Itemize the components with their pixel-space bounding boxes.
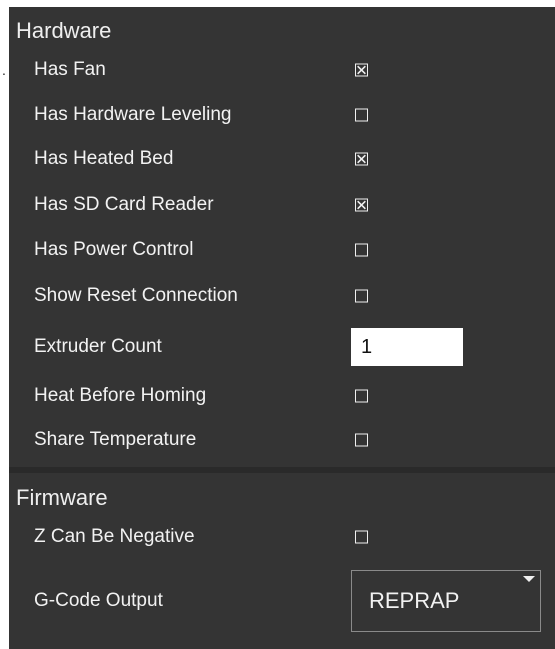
z-can-be-negative-label: Z Can Be Negative [34, 526, 195, 547]
gcode-output-dropdown[interactable]: REPRAP [351, 570, 541, 632]
gcode-output-row: G-Code Output REPRAP [9, 570, 555, 632]
has-hardware-leveling-label: Has Hardware Leveling [34, 104, 232, 125]
show-reset-connection-checkbox[interactable] [355, 289, 368, 303]
has-power-control-checkbox[interactable] [355, 243, 368, 257]
chevron-down-icon [523, 576, 535, 582]
has-heated-bed-checkbox[interactable] [355, 152, 368, 166]
firmware-section: Firmware Z Can Be Negative G-Code Output… [9, 473, 555, 649]
settings-panel: Hardware Has Fan Has Hardware Leveling H… [9, 7, 555, 649]
gcode-output-label: G-Code Output [34, 590, 163, 611]
heat-before-homing-row: Heat Before Homing [9, 376, 555, 416]
hardware-section-title: Hardware [16, 18, 112, 43]
checkbox-checked-icon [357, 200, 366, 210]
hardware-section: Hardware Has Fan Has Hardware Leveling H… [9, 7, 555, 467]
checkbox-checked-icon [357, 65, 366, 75]
has-heated-bed-row: Has Heated Bed [9, 139, 555, 179]
has-fan-row: Has Fan [9, 50, 555, 90]
has-hardware-leveling-checkbox[interactable] [355, 108, 368, 122]
heat-before-homing-label: Heat Before Homing [34, 385, 207, 406]
extruder-count-input[interactable] [351, 328, 463, 366]
gcode-output-value: REPRAP [369, 588, 460, 613]
has-power-control-label: Has Power Control [34, 239, 194, 260]
share-temperature-label: Share Temperature [34, 429, 197, 450]
z-can-be-negative-row: Z Can Be Negative [9, 517, 555, 557]
has-fan-checkbox[interactable] [355, 63, 368, 77]
checkbox-checked-icon [357, 154, 366, 164]
has-sd-card-reader-row: Has SD Card Reader [9, 185, 555, 225]
share-temperature-checkbox[interactable] [355, 433, 368, 447]
z-can-be-negative-checkbox[interactable] [355, 530, 368, 544]
has-fan-label: Has Fan [34, 59, 106, 80]
has-sd-card-reader-label: Has SD Card Reader [34, 194, 214, 215]
heat-before-homing-checkbox[interactable] [355, 389, 368, 403]
has-sd-card-reader-checkbox[interactable] [355, 198, 368, 212]
stray-dot: . [2, 62, 6, 78]
extruder-count-label: Extruder Count [34, 336, 162, 357]
has-hardware-leveling-row: Has Hardware Leveling [9, 95, 555, 135]
extruder-count-row: Extruder Count [9, 327, 555, 367]
show-reset-connection-row: Show Reset Connection [9, 276, 555, 316]
has-heated-bed-label: Has Heated Bed [34, 148, 174, 169]
share-temperature-row: Share Temperature [9, 420, 555, 460]
show-reset-connection-label: Show Reset Connection [34, 285, 238, 306]
has-power-control-row: Has Power Control [9, 230, 555, 270]
firmware-section-title: Firmware [16, 485, 108, 510]
